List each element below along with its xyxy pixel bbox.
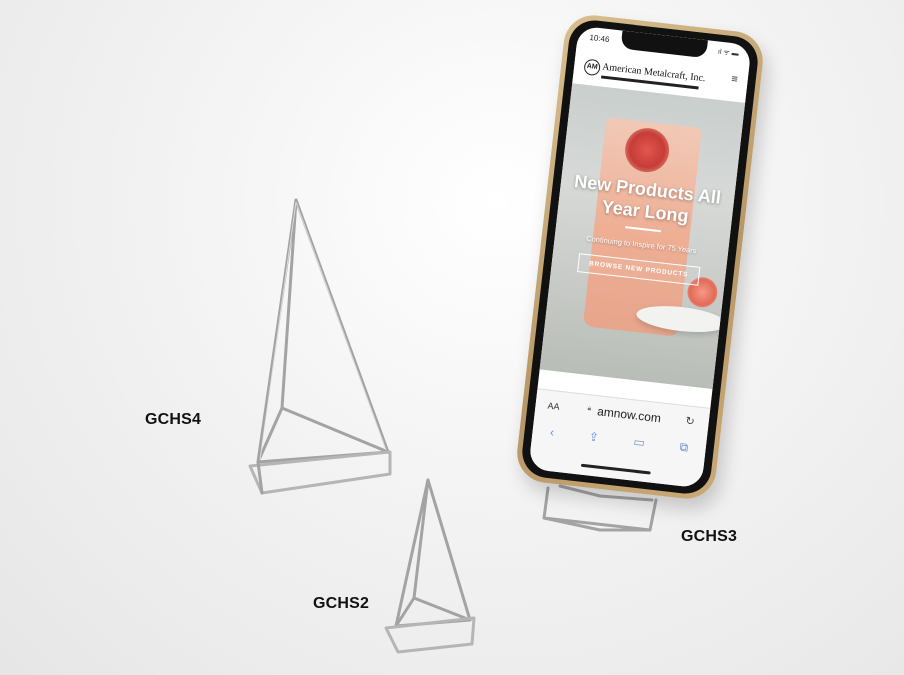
hero-banner: New Products All Year Long Continuing to… [539, 83, 746, 390]
menu-icon[interactable]: ≡ [731, 73, 739, 86]
logo-icon: AM [583, 58, 602, 77]
hero-title: New Products All Year Long [573, 171, 723, 227]
signal-wifi-battery-icon: ıl ᯤ ▬ [717, 48, 739, 58]
address-bar[interactable]: amnow.com [596, 404, 661, 425]
text-size-button[interactable]: AA [547, 401, 560, 412]
status-time: 10:46 [589, 32, 610, 45]
label-gchs4: GCHS4 [145, 411, 202, 428]
label-gchs2: GCHS2 [313, 595, 370, 612]
share-icon[interactable]: ⇪ [588, 429, 600, 448]
stand-gchs3 [542, 484, 658, 532]
back-icon[interactable]: ‹ [549, 425, 555, 443]
browser-nav-icons: ‹ ⇪ ▭ ⧉ [531, 423, 706, 461]
lock-icon: 🔒︎ [587, 405, 592, 413]
bookmarks-icon[interactable]: ▭ [632, 435, 646, 454]
tabs-icon[interactable]: ⧉ [678, 440, 689, 459]
home-indicator [580, 463, 651, 475]
reload-icon[interactable]: ↻ [685, 414, 696, 428]
product-photo-background: 10:46 ıl ᯤ ▬ AM American Metalcraft, Inc… [0, 0, 904, 675]
label-gchs3: GCHS3 [681, 528, 738, 545]
